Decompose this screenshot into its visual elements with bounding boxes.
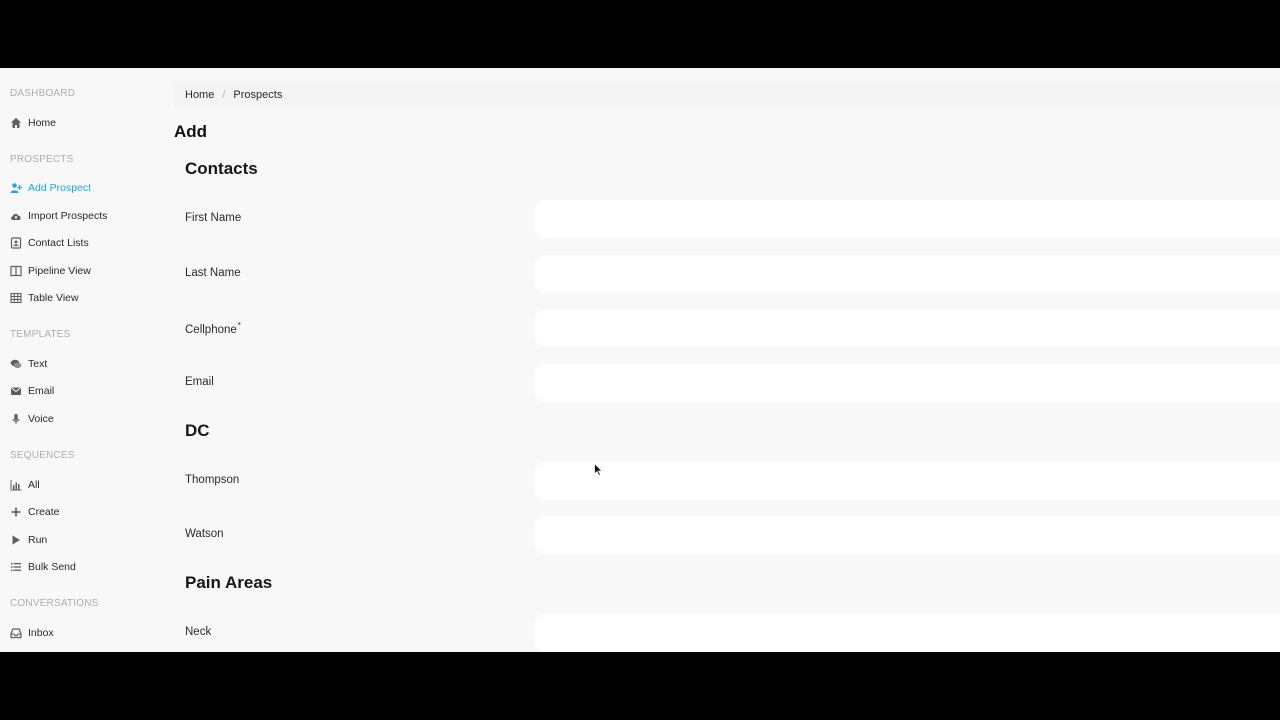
sidebar-item-import-prospects[interactable]: Import Prospects: [9, 206, 107, 226]
watson-field[interactable]: [534, 516, 1280, 554]
sidebar: DASHBOARD Home PROSPECTS Add Prospect Im…: [0, 68, 160, 652]
required-mark: *: [237, 321, 241, 330]
chat-icon: [9, 358, 22, 371]
breadcrumb-separator: /: [222, 89, 226, 101]
sidebar-section-prospects: PROSPECTS: [10, 154, 74, 165]
sidebar-item-run[interactable]: Run: [9, 530, 47, 550]
play-icon: [9, 534, 22, 547]
microphone-icon: [9, 413, 22, 426]
mouse-cursor-icon: [594, 463, 603, 477]
home-icon: [9, 117, 22, 130]
sidebar-item-label: Contact Lists: [28, 237, 89, 249]
envelope-icon: [9, 385, 22, 398]
breadcrumb-current: Prospects: [233, 89, 283, 101]
thompson-label: Thompson: [185, 474, 240, 486]
sidebar-item-label: Voice: [28, 413, 54, 425]
section-heading-contacts: Contacts: [185, 159, 258, 178]
sidebar-item-text[interactable]: Text: [9, 354, 47, 374]
sidebar-item-table-view[interactable]: Table View: [9, 288, 79, 308]
sidebar-item-create[interactable]: Create: [9, 502, 60, 522]
neck-label: Neck: [185, 626, 212, 638]
list-icon: [9, 561, 22, 574]
app-frame: DASHBOARD Home PROSPECTS Add Prospect Im…: [0, 68, 1280, 652]
sidebar-section-templates: TEMPLATES: [10, 329, 71, 340]
neck-field[interactable]: [534, 614, 1280, 652]
cellphone-label: Cellphone*: [185, 321, 241, 336]
email-label: Email: [185, 376, 214, 388]
sidebar-item-contact-lists[interactable]: Contact Lists: [9, 233, 89, 253]
section-heading-pain-areas: Pain Areas: [185, 573, 273, 592]
sidebar-item-all[interactable]: All: [9, 475, 40, 495]
sidebar-item-label: Text: [28, 358, 48, 370]
cellphone-label-text: Cellphone: [185, 323, 237, 336]
sidebar-item-label: All: [28, 479, 40, 491]
plus-icon: [9, 506, 22, 519]
add-user-icon: [9, 182, 22, 195]
first-name-field[interactable]: [534, 200, 1280, 238]
sidebar-item-voice[interactable]: Voice: [9, 409, 54, 429]
email-field[interactable]: [534, 364, 1280, 402]
table-icon: [9, 292, 22, 305]
sidebar-item-inbox[interactable]: Inbox: [9, 623, 54, 643]
cellphone-field[interactable]: [534, 309, 1280, 347]
sidebar-item-label: Inbox: [28, 627, 54, 639]
sidebar-section-sequences: SEQUENCES: [10, 450, 75, 461]
breadcrumb: Home / Prospects: [174, 81, 1280, 109]
sidebar-item-label: Create: [28, 506, 60, 518]
sidebar-item-home[interactable]: Home: [9, 113, 56, 133]
thompson-field[interactable]: [534, 462, 1280, 500]
last-name-label: Last Name: [185, 267, 241, 279]
last-name-field[interactable]: [534, 255, 1280, 293]
sidebar-item-label: Table View: [28, 292, 79, 304]
contact-book-icon: [9, 237, 22, 250]
breadcrumb-home[interactable]: Home: [174, 89, 214, 101]
section-heading-dc: DC: [185, 421, 210, 440]
sidebar-item-label: Pipeline View: [28, 265, 91, 277]
sidebar-item-label: Run: [28, 534, 48, 546]
first-name-label: First Name: [185, 212, 242, 224]
sidebar-section-dashboard: DASHBOARD: [10, 88, 76, 99]
sidebar-item-label: Bulk Send: [28, 561, 76, 573]
cloud-upload-icon: [9, 210, 22, 223]
sidebar-item-label: Add Prospect: [28, 182, 92, 194]
sidebar-item-pipeline-view[interactable]: Pipeline View: [9, 261, 91, 281]
inbox-icon: [9, 627, 22, 640]
sidebar-section-conversations: CONVERSATIONS: [10, 598, 99, 609]
sidebar-item-add-prospect[interactable]: Add Prospect: [9, 178, 91, 198]
sidebar-item-label: Home: [28, 117, 57, 129]
bar-chart-icon: [9, 479, 22, 492]
sidebar-item-label: Email: [28, 385, 55, 397]
columns-icon: [9, 265, 22, 278]
sidebar-item-label: Import Prospects: [28, 210, 108, 222]
sidebar-item-bulk-send[interactable]: Bulk Send: [9, 557, 76, 577]
page-title: Add: [174, 122, 208, 141]
sidebar-item-email[interactable]: Email: [9, 381, 54, 401]
watson-label: Watson: [185, 528, 224, 540]
